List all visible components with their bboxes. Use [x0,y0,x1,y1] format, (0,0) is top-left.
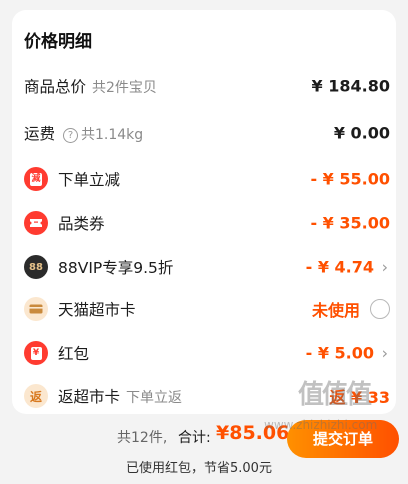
tmall-card-radio[interactable] [370,299,390,319]
cashback-amount: 返 ¥ 33 [329,388,390,407]
total-label: 合计: [178,430,211,446]
red-packet-icon: ¥ [24,341,48,365]
card-title: 价格明细 [24,32,92,52]
wallet-card-icon [24,297,48,321]
goods-total-text: 商品总价 共2件宝贝 [24,75,157,97]
saving-note: 已使用红包，节省5.00元 [126,461,272,476]
88vip-badge-icon: 88 [24,255,48,279]
red-envelope-icon: 減 [24,167,48,191]
goods-total-row: 商品总价 共2件宝贝 ¥ 184.80 [12,71,396,101]
goods-total-amount: ¥ 184.80 [311,76,390,96]
tmall-card-label: 天猫超市卡 [58,301,136,319]
goods-total-label: 商品总价 [24,78,87,96]
cashback-label: 返超市卡 [58,388,121,406]
item-count: 共12件, [117,430,168,446]
price-detail-card: 价格明细 商品总价 共2件宝贝 ¥ 184.80 运费? 共1.14kg ¥ 0.0… [12,10,396,414]
coupon-ticket-icon [24,211,48,235]
shipping-text: 运费? 共1.14kg [24,122,143,144]
chevron-right-icon[interactable]: › [382,344,388,363]
shipping-label: 运费 [24,125,56,143]
order-discount-row: 減 下单立减 - ¥ 55.00 [12,164,396,194]
question-icon[interactable]: ? [63,128,79,143]
cashback-icon: 返 [24,384,48,408]
red-packet-label: 红包 [58,345,90,363]
shipping-amount: ¥ 0.00 [333,123,390,143]
checkout-footer: 共12件, 合计: ¥85.06 已使用红包，节省5.00元 提交订单 [0,414,408,484]
shipping-row: 运费? 共1.14kg ¥ 0.00 [12,118,396,148]
cashback-sub: 下单立返 [126,390,183,406]
cashback-text: 返超市卡 下单立返 [58,385,182,407]
order-discount-label: 下单立减 [58,171,121,189]
vip-label: 88VIP专享9.5折 [58,259,174,277]
chevron-right-icon[interactable]: › [382,258,388,277]
vip-amount: - ¥ 4.74 [305,257,374,277]
submit-order-button[interactable]: 提交订单 [287,420,399,458]
tmall-card-status: 未使用 [311,301,360,320]
goods-total-sub: 共2件宝贝 [92,80,157,96]
tmall-card-row[interactable]: 天猫超市卡 未使用 [12,294,396,324]
vip-row[interactable]: 88 88VIP专享9.5折 - ¥ 4.74 › [12,252,396,282]
total-value: ¥85.06 [216,422,290,444]
category-coupon-row: 品类券 - ¥ 35.00 [12,208,396,238]
shipping-weight: 共1.14kg [81,127,144,143]
category-coupon-label: 品类券 [58,215,105,233]
red-packet-row[interactable]: ¥ 红包 - ¥ 5.00 › [12,338,396,368]
order-discount-amount: - ¥ 55.00 [310,169,390,189]
red-packet-amount: - ¥ 5.00 [305,343,374,363]
cashback-row: 返 返超市卡 下单立返 返 ¥ 33 [12,381,396,411]
category-coupon-amount: - ¥ 35.00 [310,213,390,233]
